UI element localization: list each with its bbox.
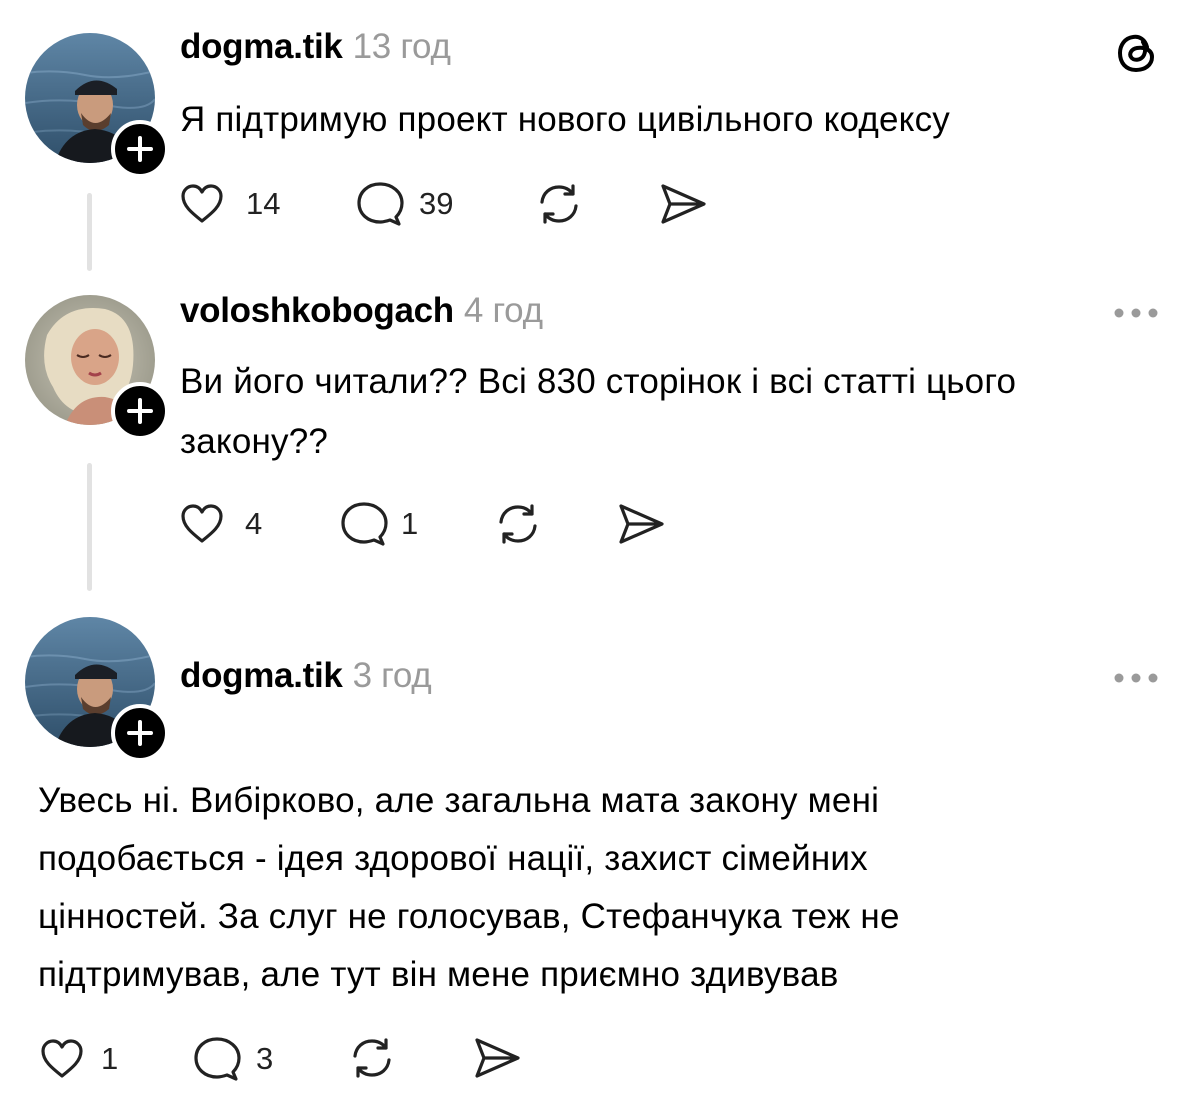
post-text: Я підтримую проект нового цивільного код… <box>180 100 950 139</box>
send-icon[interactable] <box>472 1036 522 1085</box>
thread-line <box>87 193 92 271</box>
heart-icon[interactable] <box>40 1038 84 1085</box>
post-username[interactable]: dogma.tik 3 год <box>180 656 432 696</box>
post-username[interactable]: dogma.tik 13 год <box>180 27 451 67</box>
heart-icon[interactable] <box>180 183 224 230</box>
reply-count: 39 <box>419 186 454 221</box>
heart-icon[interactable] <box>180 503 224 550</box>
repost-icon[interactable] <box>494 500 542 553</box>
post-text-line: цінностей. За слуг не голосував, Стефанч… <box>38 897 900 936</box>
post-text: Ви його читали?? Всі 830 сторінок і всі … <box>180 352 1016 472</box>
threads-logo-icon[interactable] <box>1113 29 1161 82</box>
username-text[interactable]: dogma.tik <box>180 27 343 66</box>
follow-plus-icon[interactable] <box>111 382 169 440</box>
send-icon[interactable] <box>658 182 708 231</box>
follow-plus-icon[interactable] <box>111 704 169 762</box>
post-text-line: підтримував, але тут він мене приємно зд… <box>38 955 839 994</box>
like-count: 14 <box>246 186 281 221</box>
follow-plus-icon[interactable] <box>111 120 169 178</box>
post-text-line: подобається - ідея здорової нації, захис… <box>38 839 868 878</box>
ellipsis-icon[interactable] <box>1113 306 1159 325</box>
ellipsis-icon[interactable] <box>1113 671 1159 690</box>
repost-icon[interactable] <box>348 1034 396 1087</box>
repost-icon[interactable] <box>535 180 583 233</box>
post-time: 4 год <box>463 291 543 330</box>
post-time: 3 год <box>352 656 432 695</box>
post-text-line: закону?? <box>180 422 329 461</box>
like-count: 1 <box>101 1041 119 1076</box>
comment-bubble-icon[interactable] <box>340 501 388 552</box>
username-text[interactable]: voloshkobogach <box>180 291 454 330</box>
username-text[interactable]: dogma.tik <box>180 656 343 695</box>
post-username[interactable]: voloshkobogach 4 год <box>180 291 543 331</box>
post-text: Увесь ні. Вибірково, але загальна мата з… <box>38 772 900 1004</box>
like-count: 4 <box>245 506 263 541</box>
comment-bubble-icon[interactable] <box>356 181 404 232</box>
reply-count: 3 <box>256 1041 274 1076</box>
thread-line <box>87 463 92 591</box>
send-icon[interactable] <box>616 502 666 551</box>
post-text-line: Ви його читали?? Всі 830 сторінок і всі … <box>180 362 1017 401</box>
post-time: 13 год <box>352 27 451 66</box>
reply-count: 1 <box>401 506 419 541</box>
comment-bubble-icon[interactable] <box>193 1036 241 1087</box>
post-text-line: Увесь ні. Вибірково, але загальна мата з… <box>38 781 880 820</box>
